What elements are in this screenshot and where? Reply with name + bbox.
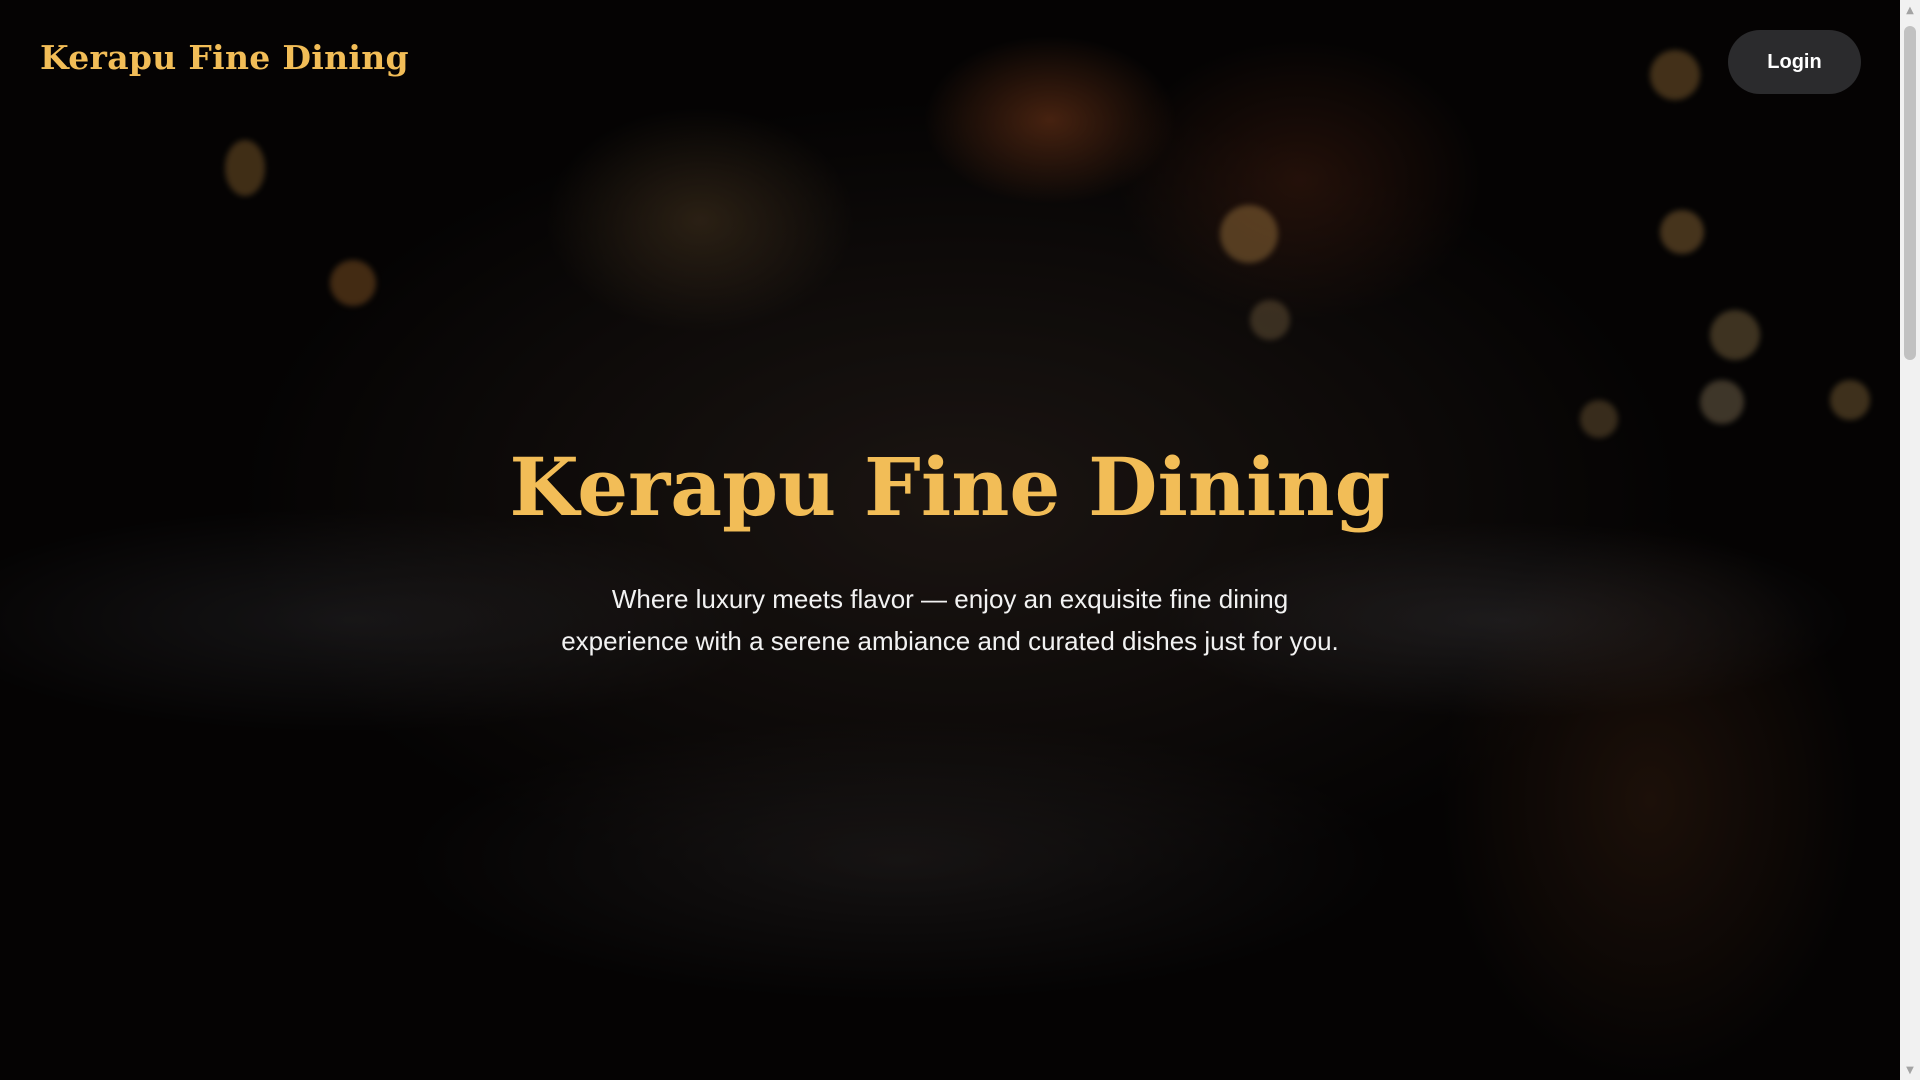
hero-subtitle-line-1: Where luxury meets flavor — enjoy an exq… (611, 584, 1289, 614)
hero-dark-overlay (0, 0, 1900, 1080)
login-button[interactable]: Login (1728, 30, 1861, 94)
hero-subtitle-line-2: experience with a serene ambiance and cu… (561, 626, 1339, 656)
scroll-up-arrow-icon[interactable]: ▲ (1900, 0, 1920, 20)
landing-page: Kerapu Fine Dining Login Kerapu Fine Din… (0, 0, 1920, 1080)
hero-subtitle: Where luxury meets flavor — enjoy an exq… (500, 578, 1400, 662)
scroll-down-arrow-icon[interactable]: ▼ (1900, 1060, 1920, 1080)
scrollbar-thumb[interactable] (1904, 26, 1916, 360)
hero-title: Kerapu Fine Dining (509, 440, 1391, 534)
brand-logo-text[interactable]: Kerapu Fine Dining (40, 38, 409, 77)
vertical-scrollbar[interactable]: ▲ ▼ (1900, 0, 1920, 1080)
